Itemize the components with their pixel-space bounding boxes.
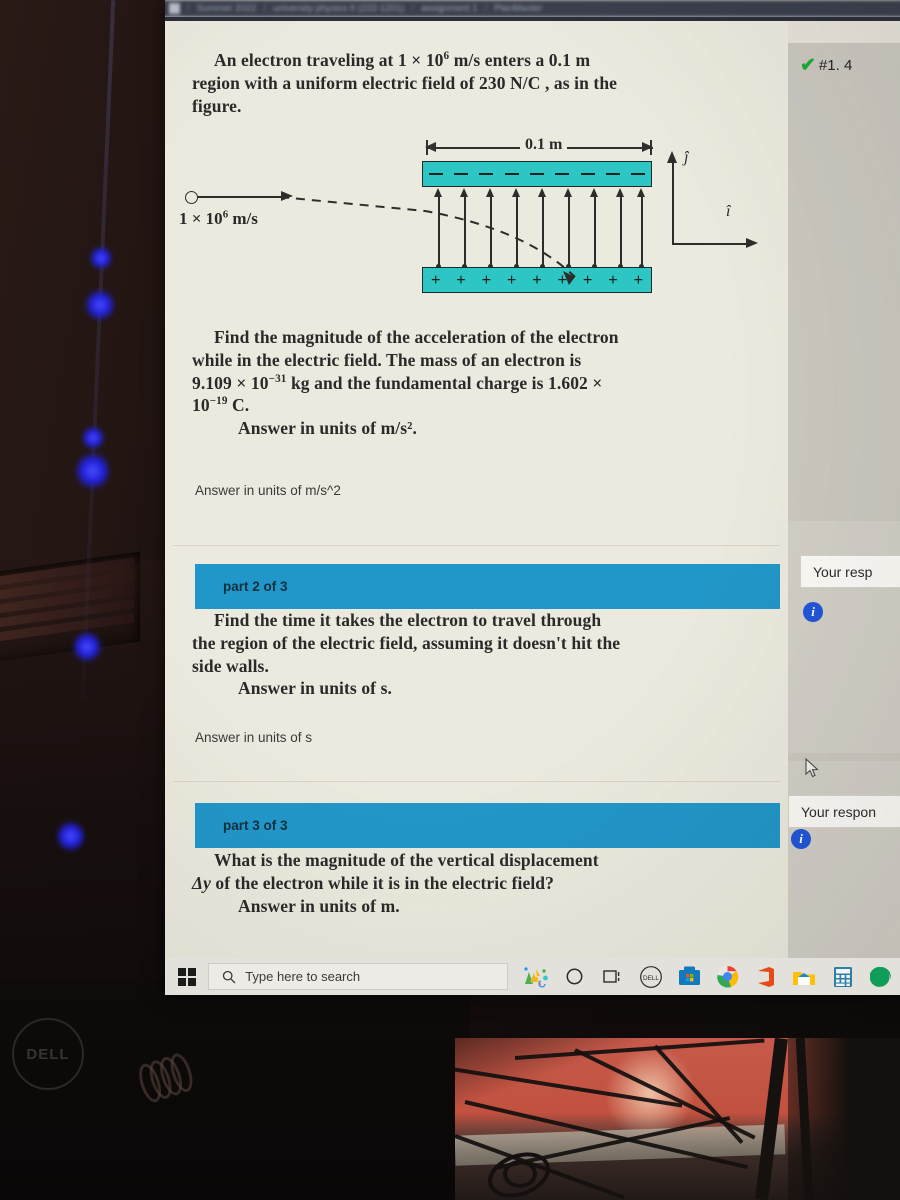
- dimension-arrow-left: [425, 142, 436, 152]
- sidebar-top-strip: [788, 21, 900, 43]
- part-2-label: part 2 of 3: [223, 579, 288, 594]
- info-icon-3[interactable]: i: [791, 829, 811, 849]
- background-photo-red-wall: [455, 1038, 900, 1200]
- paint-3d-icon[interactable]: [517, 958, 555, 995]
- windows-start-icon[interactable]: [165, 958, 208, 995]
- velocity-arrow-shaft: [197, 196, 283, 198]
- problem-1-statement-text: An electron traveling at 1 × 106 m/s ent…: [192, 50, 618, 116]
- dimension-arrow-right: [642, 142, 653, 152]
- search-placeholder: Type here to search: [245, 969, 361, 984]
- section-divider: [173, 781, 780, 782]
- breadcrumb-sep: /: [263, 3, 266, 14]
- dimension-line: 0.1 m: [415, 136, 663, 157]
- breadcrumb-item-planmaster[interactable]: PlanMaster: [494, 3, 542, 14]
- capacitor-figure: 0.1 m + + + + + + + + + 1 × 106 m/s ĵ î: [175, 136, 758, 319]
- cortana-icon[interactable]: [555, 958, 593, 995]
- plus-sign: +: [608, 270, 618, 289]
- i-hat-label: î: [726, 203, 731, 220]
- monitor-bezel: [0, 980, 470, 1200]
- your-response-box-3[interactable]: Your respon: [788, 795, 900, 828]
- velocity-label: 1 × 106 m/s: [179, 208, 258, 228]
- problem-2-question: Find the time it takes the electron to t…: [192, 609, 622, 700]
- problem-1-status-label: #1. 4: [818, 57, 853, 74]
- problem-1-units-inline: Answer in units of m/s².: [238, 418, 417, 438]
- problem-2-units-inline: Answer in units of s.: [238, 678, 392, 699]
- problem-1-statement: An electron traveling at 1 × 106 m/s ent…: [192, 49, 622, 117]
- dell-logo: DELL: [12, 1018, 84, 1090]
- electron-trajectory: [279, 196, 576, 285]
- answer-units-1: Answer in units of m/s^2: [195, 483, 341, 498]
- j-hat-label: ĵ: [684, 149, 689, 166]
- problem-3-units-inline: Answer in units of m.: [238, 895, 400, 916]
- task-view-icon[interactable]: [594, 958, 632, 995]
- plus-sign: +: [633, 270, 644, 289]
- problem-3-question-text: What is the magnitude of the vertical di…: [192, 850, 599, 893]
- windows-taskbar[interactable]: Type here to search DELL: [165, 958, 900, 995]
- mouse-cursor: [805, 758, 819, 778]
- problem-3-question: What is the magnitude of the vertical di…: [192, 849, 622, 917]
- breadcrumb-sep: /: [187, 3, 190, 14]
- info-icon-2[interactable]: i: [803, 602, 823, 622]
- microsoft-store-icon[interactable]: [670, 958, 708, 995]
- chrome-icon[interactable]: [708, 958, 746, 995]
- dell-icon[interactable]: DELL: [632, 958, 670, 995]
- breadcrumb-item-term[interactable]: Summer 2022: [197, 3, 257, 14]
- part-3-header: part 3 of 3: [195, 803, 780, 848]
- part-3-label: part 3 of 3: [223, 818, 288, 833]
- calculator-icon[interactable]: [823, 958, 861, 995]
- problem-2-question-text: Find the time it takes the electron to t…: [192, 610, 621, 676]
- answer-units-2: Answer in units of s: [195, 730, 313, 745]
- dimension-label: 0.1 m: [520, 136, 568, 154]
- breadcrumb-sep: /: [484, 3, 488, 14]
- file-explorer-icon[interactable]: [785, 958, 823, 995]
- problem-content-column: An electron traveling at 1 × 106 m/s ent…: [165, 21, 788, 995]
- problem-1-question: Find the magnitude of the acceleration o…: [192, 326, 622, 440]
- office-icon[interactable]: [747, 958, 785, 995]
- search-icon: [223, 970, 236, 983]
- your-response-box-2[interactable]: Your resp: [800, 555, 900, 588]
- part-2-header: part 2 of 3: [195, 564, 780, 609]
- minus-sign: [605, 172, 620, 176]
- problem-1-status: ✔ #1. 4: [800, 54, 852, 77]
- breadcrumb-item-assignment[interactable]: assignment 1: [421, 3, 478, 14]
- unit-vector-axes: ĵ î: [662, 147, 758, 259]
- monitor-screen: / Summer 2022 / university physics II (2…: [165, 0, 900, 995]
- edge-icon[interactable]: [862, 958, 900, 995]
- assignment-page: An electron traveling at 1 × 106 m/s ent…: [165, 21, 900, 995]
- svg-text:DELL: DELL: [643, 975, 659, 982]
- search-input[interactable]: Type here to search: [208, 963, 508, 990]
- section-divider: [173, 545, 780, 546]
- breadcrumb-item-course[interactable]: university physics II (222-1201): [273, 3, 404, 14]
- breadcrumb[interactable]: / Summer 2022 / university physics II (2…: [165, 0, 900, 17]
- home-icon[interactable]: [169, 3, 180, 14]
- breadcrumb-sep: /: [411, 3, 415, 14]
- problem-1-question-text: Find the magnitude of the acceleration o…: [192, 327, 619, 416]
- minus-sign: [631, 172, 646, 176]
- check-icon: ✔: [800, 55, 816, 76]
